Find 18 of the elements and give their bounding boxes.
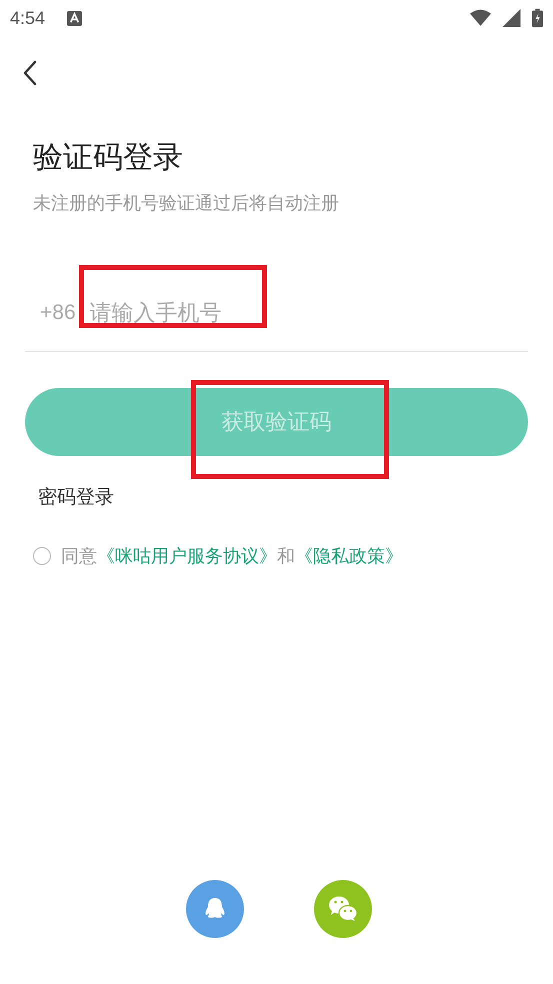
password-login-link[interactable]: 密码登录 bbox=[38, 484, 114, 510]
phone-input-field[interactable]: 请输入手机号 bbox=[90, 300, 390, 326]
signal-icon bbox=[501, 9, 522, 27]
agreement-link[interactable]: 《咪咕用户服务协议》 bbox=[97, 544, 277, 568]
chat-login-button[interactable] bbox=[314, 880, 372, 938]
agree-radio[interactable] bbox=[33, 547, 51, 565]
status-time: 4:54 bbox=[10, 8, 46, 28]
page-title: 验证码登录 bbox=[33, 139, 184, 177]
keyboard-icon bbox=[67, 10, 82, 26]
battery-icon bbox=[532, 8, 543, 28]
privacy-link[interactable]: 《隐私政策》 bbox=[295, 544, 403, 568]
page-subtitle: 未注册的手机号验证通过后将自动注册 bbox=[33, 192, 340, 215]
wifi-icon bbox=[470, 9, 491, 27]
agreement-text: 和 bbox=[277, 545, 295, 568]
penguin-login-button[interactable] bbox=[186, 880, 244, 938]
country-code[interactable]: +86 bbox=[40, 301, 76, 325]
agreement-text: 同意 bbox=[61, 545, 97, 568]
back-icon[interactable] bbox=[23, 60, 37, 86]
